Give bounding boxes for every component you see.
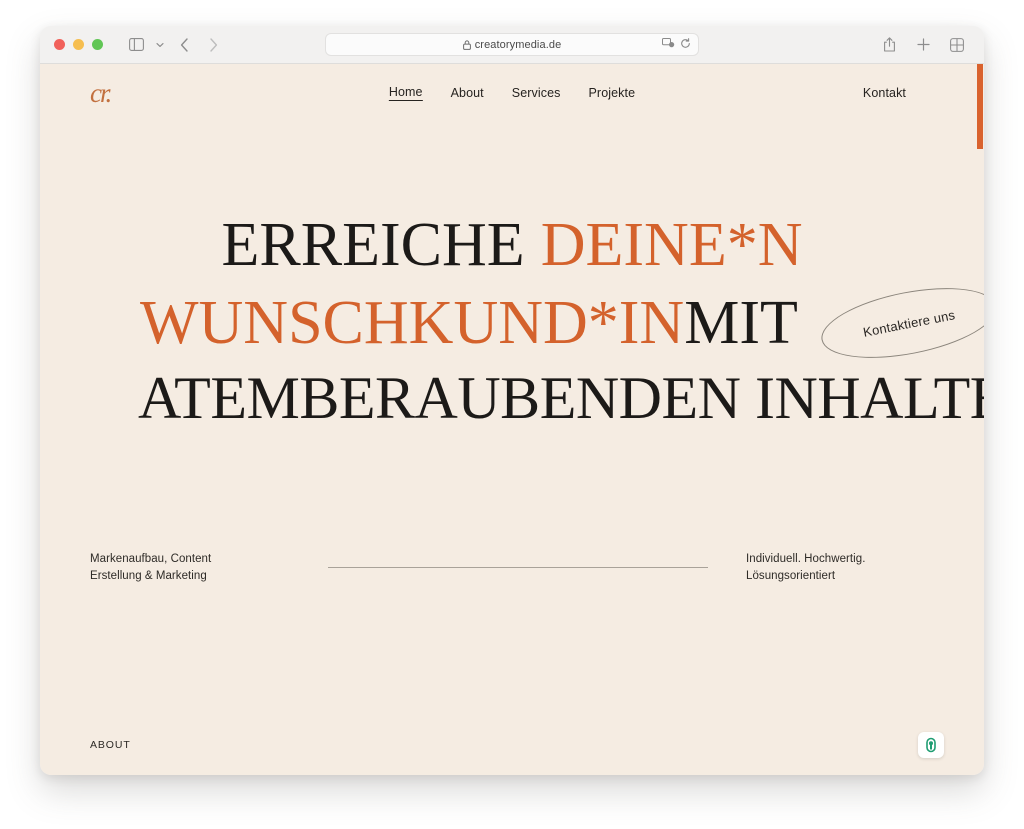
headline-line-3: ATEMBERAUBENDEN INHALTEN [88,368,984,428]
subtext-left-line-1: Markenaufbau, Content [90,553,212,565]
maximize-window-button[interactable] [92,39,103,50]
address-bar-actions [662,36,691,54]
browser-window: creatorymedia.de cr. Home About Services… [40,26,984,775]
toolbar-right-actions [876,33,970,57]
share-icon[interactable] [876,33,902,57]
window-controls [54,39,103,50]
hero-headline: ERREICHE DEINE*N WUNSCHKUND*IN MIT Konta… [88,214,984,428]
back-icon[interactable] [171,33,197,57]
footer-about-label[interactable]: ABOUT [90,739,131,751]
url-text: creatorymedia.de [474,38,562,51]
headline-line-2: WUNSCHKUND*IN MIT Kontaktiere uns [88,275,984,371]
chevron-down-icon[interactable] [152,33,168,57]
nav-item-home[interactable]: Home [388,85,423,101]
extensions-icon[interactable] [662,36,675,54]
sidebar-toggle-icon[interactable] [123,33,149,57]
cookie-consent-icon [926,737,936,753]
address-bar[interactable]: creatorymedia.de [325,33,699,56]
forward-icon[interactable] [200,33,226,57]
headline-word-deinen: DEINE*N [540,211,803,279]
nav-item-about[interactable]: About [451,86,484,101]
nav-item-projekte[interactable]: Projekte [589,86,636,101]
headline-line-3-text: ATEMBERAUBENDEN INHALTEN [138,365,984,431]
contact-badge[interactable]: Kontaktiere uns [815,275,984,371]
subtext-right-line-1: Individuell. Hochwertig. [746,553,866,565]
tab-overview-icon[interactable] [944,33,970,57]
close-window-button[interactable] [54,39,65,50]
page-scrollbar-thumb[interactable] [977,64,983,149]
horizontal-divider [328,567,708,569]
page-scrollbar-track[interactable] [976,64,984,775]
plus-icon[interactable] [910,33,936,57]
website-viewport: cr. Home About Services Projekte Kontakt… [40,64,984,775]
site-logo[interactable]: cr. [90,79,112,107]
subtext-left-line-2: Erstellung & Marketing [90,569,207,582]
headline-word-mit: MIT [684,289,798,357]
contact-badge-ellipse: Kontaktiere uns [815,275,984,371]
hero-section: ERREICHE DEINE*N WUNSCHKUND*IN MIT Konta… [40,214,984,428]
nav-item-services[interactable]: Services [512,86,561,101]
lock-icon [462,39,471,50]
subtext-right: Individuell. Hochwertig. Lösungsorientie… [746,551,936,584]
site-header: cr. Home About Services Projekte Kontakt [40,64,984,122]
hero-subtext-row: Markenaufbau, Content Erstellung & Marke… [40,551,984,584]
headline-line-1: ERREICHE DEINE*N [88,214,936,276]
reload-icon[interactable] [680,36,691,54]
main-navigation: Home About Services Projekte [388,85,636,101]
nav-item-kontakt[interactable]: Kontakt [863,86,936,100]
subtext-left: Markenaufbau, Content Erstellung & Marke… [90,551,290,584]
minimize-window-button[interactable] [73,39,84,50]
site-footer: ABOUT [40,715,984,775]
headline-word-wunschkundin: WUNSCHKUND*IN [140,289,685,357]
headline-word-erreiche: ERREICHE [221,211,525,279]
subtext-right-line-2: Lösungsorientiert [746,569,836,582]
contact-badge-label: Kontaktiere uns [861,306,957,340]
browser-toolbar: creatorymedia.de [40,26,984,64]
cookie-consent-button[interactable] [918,732,944,758]
navigation-controls [123,33,226,57]
